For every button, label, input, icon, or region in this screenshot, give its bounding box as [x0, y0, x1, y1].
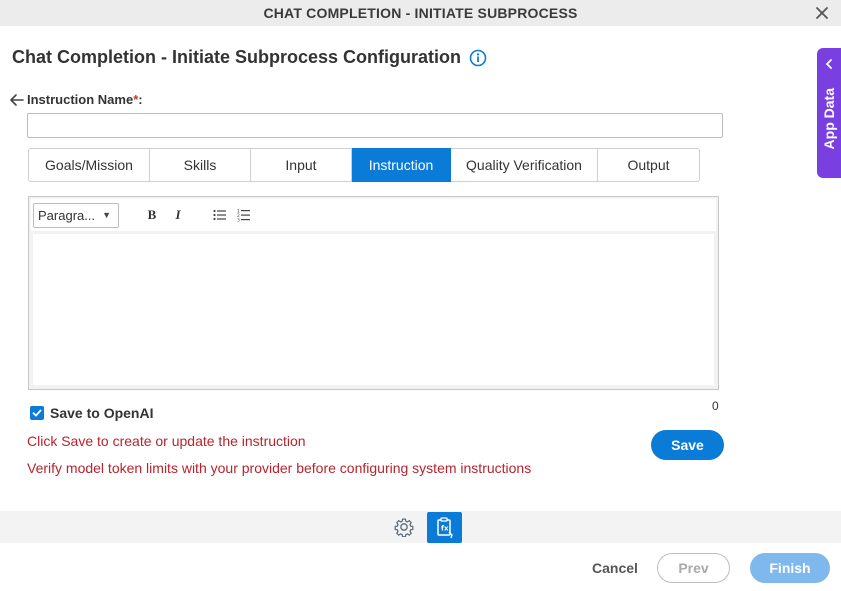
- tab-goals-mission[interactable]: Goals/Mission: [28, 148, 150, 182]
- bold-button[interactable]: B: [141, 204, 163, 226]
- save-to-openai-checkbox[interactable]: [30, 406, 44, 420]
- cancel-button[interactable]: Cancel: [584, 554, 646, 582]
- window-title: CHAT COMPLETION - INITIATE SUBPROCESS: [263, 5, 578, 21]
- editor-content-area[interactable]: [33, 234, 714, 385]
- tab-bar: Goals/Mission Skills Input Instruction Q…: [28, 148, 700, 182]
- save-to-openai-label: Save to OpenAI: [50, 405, 154, 421]
- bottom-toolbar: [0, 511, 841, 543]
- finish-button[interactable]: Finish: [750, 553, 830, 583]
- tab-output[interactable]: Output: [598, 148, 700, 182]
- character-count: 0: [712, 399, 719, 413]
- settings-button[interactable]: [393, 515, 415, 539]
- editor-toolbar: Paragra... ▼ B I 1 2 3: [31, 199, 716, 231]
- bullet-list-icon: [213, 209, 226, 221]
- tab-quality-verification[interactable]: Quality Verification: [451, 148, 598, 182]
- save-hint-message: Click Save to create or update the instr…: [27, 433, 306, 449]
- title-bar: CHAT COMPLETION - INITIATE SUBPROCESS: [0, 0, 841, 26]
- token-limit-warning: Verify model token limits with your prov…: [27, 460, 532, 476]
- caret-down-icon: ▼: [102, 209, 111, 220]
- instruction-name-input[interactable]: [27, 113, 723, 138]
- paragraph-format-select[interactable]: Paragra... ▼: [33, 202, 119, 228]
- save-to-openai-checkbox-row[interactable]: Save to OpenAI: [30, 405, 153, 421]
- tab-input[interactable]: Input: [251, 148, 352, 182]
- app-data-tab[interactable]: App Data: [817, 48, 841, 178]
- info-icon[interactable]: [469, 49, 487, 67]
- svg-text:3: 3: [237, 218, 240, 223]
- app-data-label: App Data: [821, 88, 837, 150]
- bullet-list-button[interactable]: [209, 204, 231, 226]
- instruction-editor: Paragra... ▼ B I 1 2 3: [28, 196, 719, 390]
- back-arrow-icon[interactable]: [9, 93, 25, 107]
- numbered-list-icon: 1 2 3: [237, 209, 250, 223]
- page-title: Chat Completion - Initiate Subprocess Co…: [12, 47, 462, 67]
- tab-instruction[interactable]: Instruction: [352, 148, 451, 182]
- svg-text:fx: fx: [441, 524, 449, 532]
- italic-button[interactable]: I: [167, 204, 189, 226]
- numbered-list-button[interactable]: 1 2 3: [233, 204, 255, 226]
- close-button[interactable]: [811, 2, 833, 24]
- close-icon: [816, 7, 828, 19]
- gear-icon: [394, 518, 414, 537]
- save-button[interactable]: Save: [651, 430, 724, 460]
- chevron-left-icon: [823, 58, 835, 70]
- prev-button[interactable]: Prev: [657, 553, 730, 583]
- page-title-row: Chat Completion - Initiate Subprocess Co…: [12, 47, 487, 68]
- document-icon: fx: [436, 516, 453, 538]
- instruction-name-label: Instruction Name*:: [27, 92, 143, 107]
- paragraph-format-value: Paragra...: [38, 207, 96, 223]
- checkmark-icon: [32, 409, 42, 417]
- tab-skills[interactable]: Skills: [150, 148, 251, 182]
- document-button[interactable]: fx: [427, 512, 462, 543]
